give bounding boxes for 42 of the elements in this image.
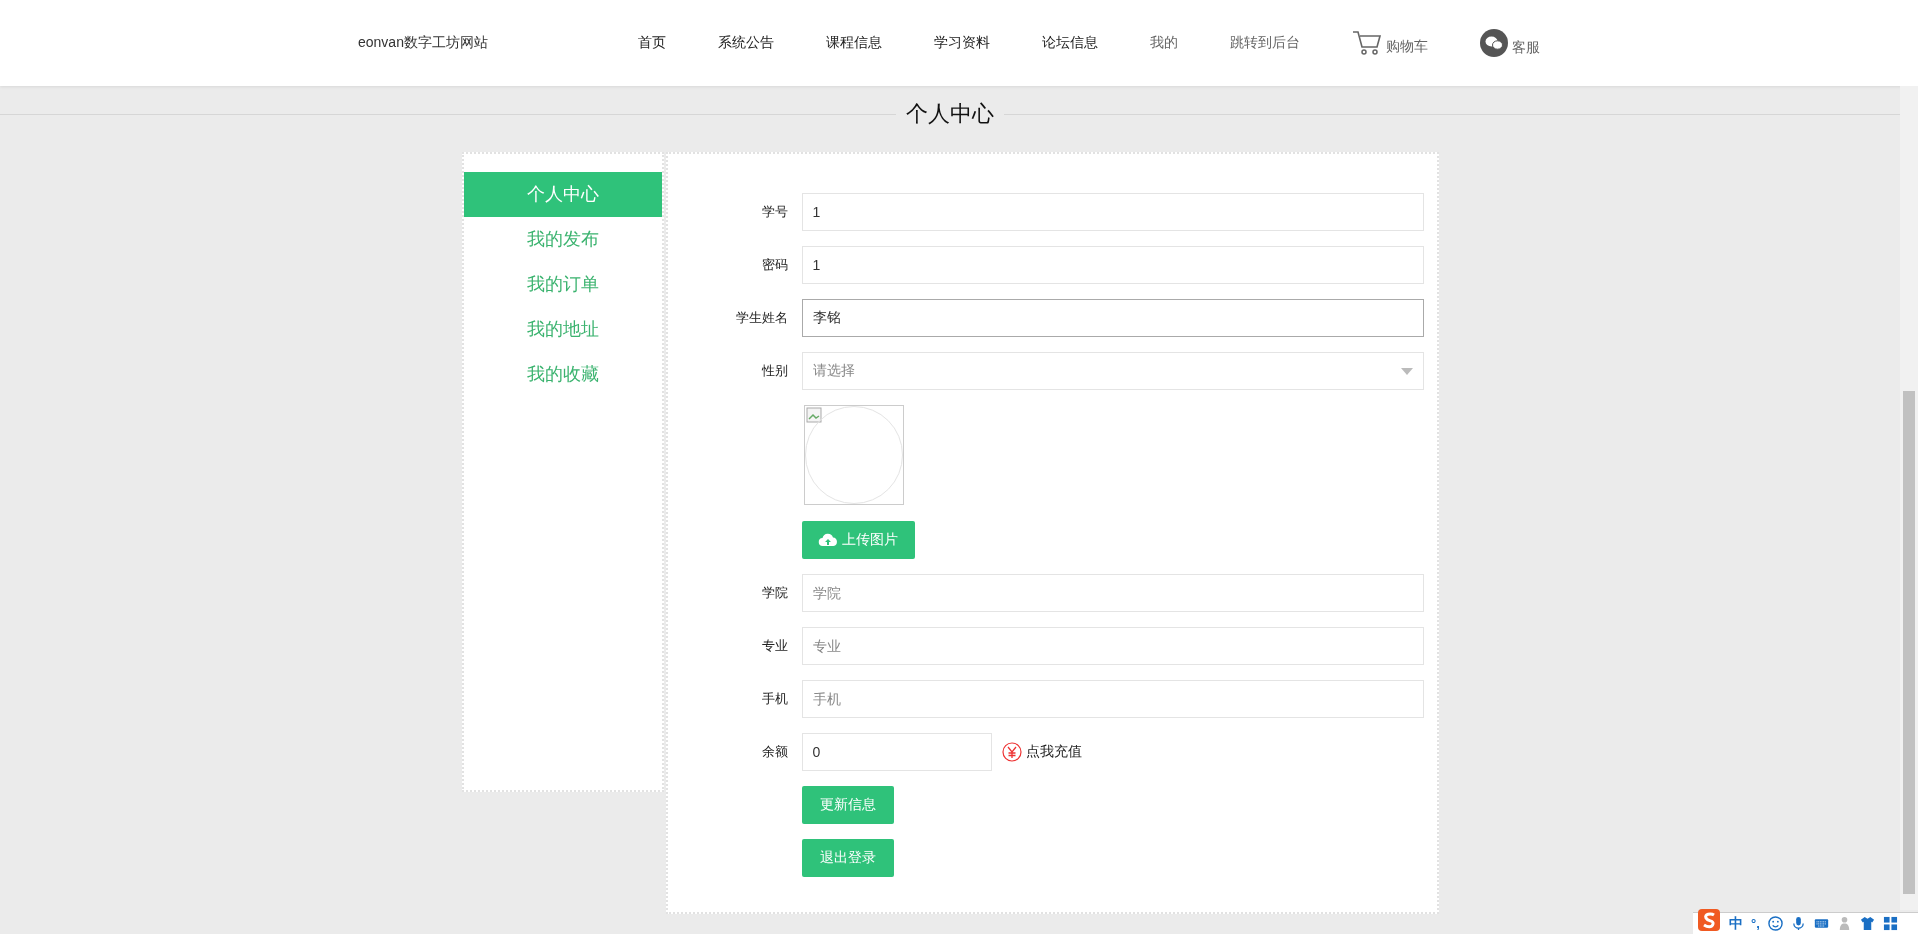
grid-icon[interactable] [1882,916,1898,931]
smiley-icon[interactable] [1767,916,1783,931]
nav-link[interactable]: 首页 [637,34,666,52]
ime-punctuation[interactable]: °, [1751,916,1760,931]
select-field[interactable]: 请选择 [801,352,1424,390]
nav-link[interactable]: 学习资料 [933,34,990,52]
input-field[interactable]: 1 [801,193,1424,231]
caret-icon [1400,367,1413,375]
cart-link[interactable]: 购物车 [1351,30,1428,56]
nav-link[interactable]: 跳转到后台 [1229,34,1300,52]
keyboard-icon[interactable] [1813,916,1829,931]
field-label: 密码 [760,256,788,274]
cart-icon [1351,30,1382,56]
input-field[interactable]: 专业 [801,627,1424,665]
input-field[interactable]: 李铭 [801,299,1424,337]
field-label: 学号 [760,203,788,221]
input-field[interactable]: 1 [801,246,1424,284]
microphone-icon[interactable] [1790,916,1806,931]
ime-logo-icon[interactable] [1697,907,1721,932]
field-label: 专业 [760,637,788,655]
cloud-upload-icon [817,533,838,547]
field-label: 学院 [760,584,788,602]
field-label: 性别 [760,362,788,380]
shirt-icon[interactable] [1859,916,1875,931]
broken-image-icon [805,407,822,423]
yen-icon [1001,742,1022,762]
input-field[interactable]: 0 [801,733,992,771]
field-label: 手机 [760,690,788,708]
ime-mode[interactable]: 中 [1729,914,1743,933]
recharge-link[interactable]: 点我充值 [1001,742,1082,762]
input-field[interactable]: 手机 [801,680,1424,718]
field-label: 余额 [760,743,788,761]
nav-link[interactable]: 我的 [1149,34,1178,52]
site-name[interactable]: eonvan数字工坊网站 [358,34,488,52]
service-link[interactable]: 客服 [1479,29,1540,57]
field-label: 学生姓名 [734,309,788,327]
input-field[interactable]: 学院 [801,574,1424,612]
nav-link[interactable]: 系统公告 [717,34,774,52]
nav-link[interactable]: 论坛信息 [1041,34,1098,52]
nav-link[interactable]: 课程信息 [825,34,882,52]
scrollbar[interactable] [1900,86,1918,910]
chat-icon [1479,29,1508,57]
